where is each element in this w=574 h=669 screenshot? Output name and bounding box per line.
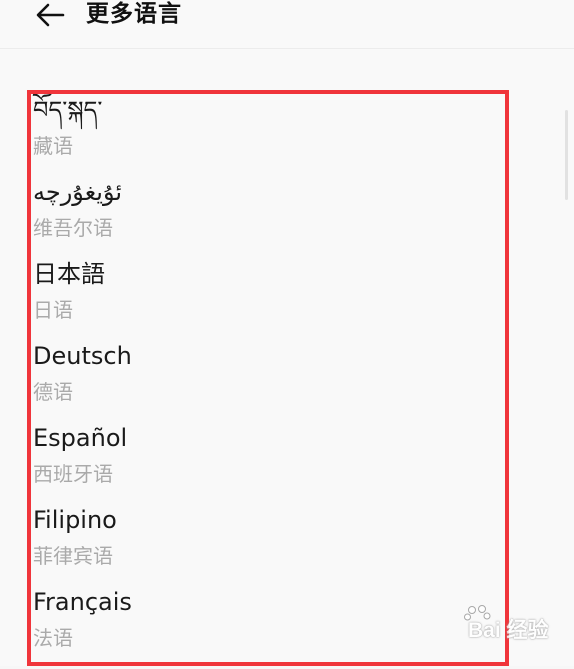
language-item-tibetan[interactable]: བོད་སྐད་ 藏语 [33, 95, 493, 177]
scrollbar[interactable] [565, 110, 568, 200]
page-title: 更多语言 [86, 1, 182, 27]
watermark-text: Bai 经验 [468, 619, 549, 642]
language-item-german[interactable]: Deutsch 德语 [33, 341, 493, 423]
language-native-name: Deutsch [33, 342, 132, 370]
language-native-name: Filipino [33, 506, 117, 534]
language-item-filipino[interactable]: Filipino 菲律宾语 [33, 505, 493, 587]
language-chinese-name: 藏语 [33, 134, 73, 158]
language-chinese-name: 维吾尔语 [33, 216, 113, 240]
baidu-watermark: Bai 经验 [440, 604, 570, 650]
language-item-spanish[interactable]: Español 西班牙语 [33, 423, 493, 505]
language-native-name: 日本語 [33, 260, 105, 288]
language-chinese-name: 菲律宾语 [33, 544, 113, 568]
language-native-name: བོད་སྐད་ [33, 96, 103, 124]
language-chinese-name: 日语 [33, 298, 73, 322]
language-native-name: Français [33, 588, 132, 616]
language-item-french[interactable]: Français 法语 [33, 587, 493, 669]
arrow-left-icon [36, 3, 65, 27]
language-list: བོད་སྐད་ 藏语 ئۇيغۇرچە 维吾尔语 日本語 日语 Deutsch… [33, 95, 493, 669]
language-chinese-name: 西班牙语 [33, 462, 113, 486]
language-chinese-name: 德语 [33, 380, 73, 404]
language-native-name: ئۇيغۇرچە [33, 178, 123, 206]
back-button[interactable] [28, 0, 72, 30]
language-chinese-name: 法语 [33, 626, 73, 650]
language-native-name: Español [33, 424, 128, 452]
language-item-uyghur[interactable]: ئۇيغۇرچە 维吾尔语 [33, 177, 493, 259]
top-bar: 更多语言 [0, 0, 574, 49]
language-item-japanese[interactable]: 日本語 日语 [33, 259, 493, 341]
